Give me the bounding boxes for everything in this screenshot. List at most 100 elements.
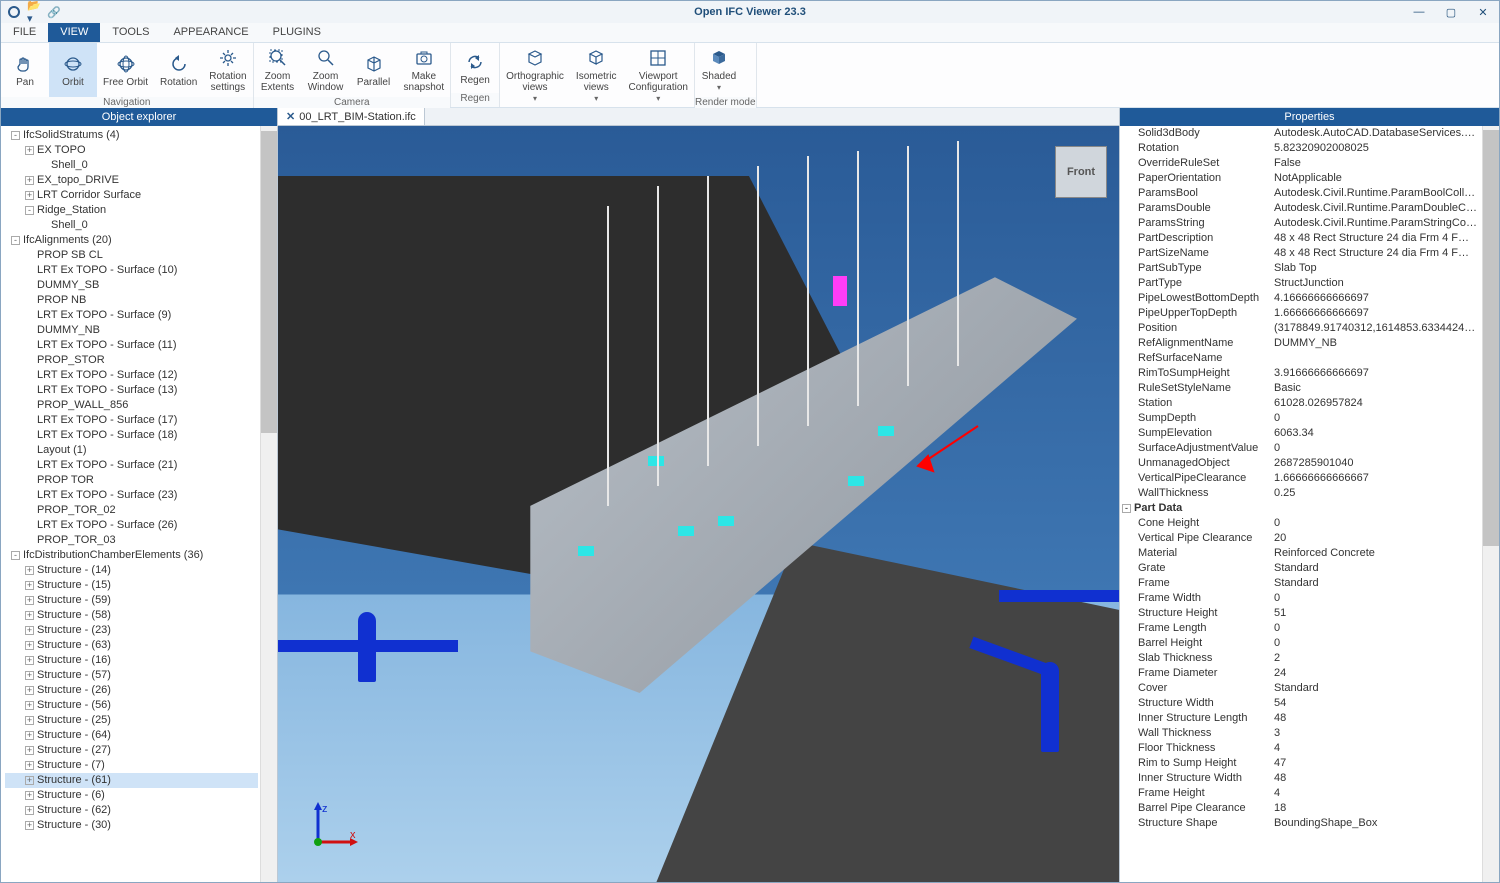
tree-item[interactable]: PROP SB CL [5,248,258,263]
property-row[interactable]: Vertical Pipe Clearance20 [1120,531,1482,546]
property-row[interactable]: Barrel Height0 [1120,636,1482,651]
tree-item[interactable]: +Structure - (6) [5,788,258,803]
tree-toggle-icon[interactable]: + [25,146,34,155]
property-row[interactable]: PipeLowestBottomDepth4.16666666666697 [1120,291,1482,306]
tree-toggle-icon[interactable]: + [25,806,34,815]
property-row[interactable]: FrameStandard [1120,576,1482,591]
3d-viewport[interactable]: Front z x [278,126,1119,882]
tree-item[interactable]: PROP_STOR [5,353,258,368]
property-row[interactable]: PartSizeName48 x 48 Rect Structure 24 di… [1120,246,1482,261]
tree-item[interactable]: +Structure - (14) [5,563,258,578]
property-row[interactable]: RuleSetStyleNameBasic [1120,381,1482,396]
tree-toggle-icon[interactable]: + [25,641,34,650]
property-row[interactable]: Slab Thickness2 [1120,651,1482,666]
tree-item[interactable]: PROP_TOR_03 [5,533,258,548]
property-row[interactable]: Structure ShapeBoundingShape_Box [1120,816,1482,831]
tree-item[interactable]: LRT Ex TOPO - Surface (9) [5,308,258,323]
tree-toggle-icon[interactable]: + [25,176,34,185]
ribbon-free-orbit[interactable]: Free Orbit [97,43,154,97]
ribbon-zoom-window[interactable]: Zoom Window [302,43,350,97]
view-cube[interactable]: Front [1055,146,1107,198]
tree-item[interactable]: +EX TOPO [5,143,258,158]
property-row[interactable]: SurfaceAdjustmentValue0 [1120,441,1482,456]
tree-item[interactable]: PROP TOR [5,473,258,488]
property-row[interactable]: CoverStandard [1120,681,1482,696]
tree-item[interactable]: LRT Ex TOPO - Surface (12) [5,368,258,383]
tab-close-icon[interactable]: ✕ [286,110,295,123]
ribbon-regen[interactable]: Regen [451,43,499,93]
property-row[interactable]: WallThickness0.25 [1120,486,1482,501]
property-row[interactable]: Frame Diameter24 [1120,666,1482,681]
property-row[interactable]: Station61028.026957824 [1120,396,1482,411]
property-row[interactable]: RimToSumpHeight3.91666666666697 [1120,366,1482,381]
tree-item[interactable]: -IfcDistributionChamberElements (36) [5,548,258,563]
property-row[interactable]: OverrideRuleSetFalse [1120,156,1482,171]
tree-toggle-icon[interactable]: + [25,731,34,740]
tree-item[interactable]: LRT Ex TOPO - Surface (17) [5,413,258,428]
tree-item[interactable]: LRT Ex TOPO - Surface (11) [5,338,258,353]
tree-item[interactable]: +EX_topo_DRIVE [5,173,258,188]
tree-item[interactable]: Layout (1) [5,443,258,458]
property-row[interactable]: -Part Data [1120,501,1482,516]
tree-item[interactable]: +Structure - (58) [5,608,258,623]
ribbon-shaded[interactable]: Shaded▾ [695,43,743,97]
property-row[interactable]: UnmanagedObject2687285901040 [1120,456,1482,471]
menu-tools[interactable]: TOOLS [100,23,161,42]
ribbon-rotation-settings[interactable]: Rotation settings [203,43,252,97]
tree-toggle-icon[interactable]: + [25,656,34,665]
property-row[interactable]: MaterialReinforced Concrete [1120,546,1482,561]
property-row[interactable]: Inner Structure Width48 [1120,771,1482,786]
tree-item[interactable]: +Structure - (7) [5,758,258,773]
tree-toggle-icon[interactable]: + [25,791,34,800]
tree-item[interactable]: +Structure - (16) [5,653,258,668]
object-tree[interactable]: -IfcSolidStratums (4)+EX TOPOShell_0+EX_… [1,126,260,882]
tree-item[interactable]: +Structure - (25) [5,713,258,728]
tree-item[interactable]: LRT Ex TOPO - Surface (21) [5,458,258,473]
tree-toggle-icon[interactable]: + [25,701,34,710]
tree-toggle-icon[interactable]: + [25,581,34,590]
property-row[interactable]: VerticalPipeClearance1.66666666666667 [1120,471,1482,486]
tree-item[interactable]: DUMMY_NB [5,323,258,338]
tree-toggle-icon[interactable]: - [11,551,20,560]
ribbon-rotation[interactable]: Rotation [154,43,203,97]
section-toggle-icon[interactable]: - [1122,504,1131,513]
tree-item[interactable]: LRT Ex TOPO - Surface (13) [5,383,258,398]
tree-item[interactable]: -IfcAlignments (20) [5,233,258,248]
menu-file[interactable]: FILE [1,23,48,42]
tree-toggle-icon[interactable]: + [25,821,34,830]
ribbon-orbit[interactable]: Orbit [49,43,97,97]
tree-toggle-icon[interactable]: + [25,566,34,575]
tree-toggle-icon[interactable]: + [25,611,34,620]
tree-item[interactable]: +Structure - (23) [5,623,258,638]
ribbon-viewport-configuration[interactable]: Viewport Configuration▾ [622,43,693,108]
tree-item[interactable]: +Structure - (30) [5,818,258,833]
tree-toggle-icon[interactable]: - [11,131,20,140]
tree-item[interactable]: +Structure - (57) [5,668,258,683]
ribbon-parallel[interactable]: Parallel [350,43,398,97]
properties-scrollbar[interactable] [1482,126,1499,882]
property-row[interactable]: Frame Length0 [1120,621,1482,636]
property-row[interactable]: Barrel Pipe Clearance18 [1120,801,1482,816]
tree-toggle-icon[interactable]: + [25,671,34,680]
tree-item[interactable]: LRT Ex TOPO - Surface (23) [5,488,258,503]
property-row[interactable]: PartSubTypeSlab Top [1120,261,1482,276]
property-row[interactable]: PipeUpperTopDepth1.66666666666697 [1120,306,1482,321]
minimize-button[interactable]: — [1403,1,1435,23]
ribbon-zoom-extents[interactable]: Zoom Extents [254,43,302,97]
tree-item[interactable]: +Structure - (59) [5,593,258,608]
property-row[interactable]: Frame Height4 [1120,786,1482,801]
property-row[interactable]: Inner Structure Length48 [1120,711,1482,726]
property-row[interactable]: RefAlignmentNameDUMMY_NB [1120,336,1482,351]
maximize-button[interactable]: ▢ [1435,1,1467,23]
ribbon-pan[interactable]: Pan [1,43,49,97]
tree-item[interactable]: +Structure - (15) [5,578,258,593]
property-row[interactable]: SumpDepth0 [1120,411,1482,426]
property-row[interactable]: Solid3dBodyAutodesk.AutoCAD.DatabaseServ… [1120,126,1482,141]
ribbon-orthographic-views[interactable]: Orthographic views▾ [500,43,570,108]
tree-toggle-icon[interactable]: - [25,206,34,215]
property-row[interactable]: Structure Width54 [1120,696,1482,711]
property-row[interactable]: Cone Height0 [1120,516,1482,531]
tree-item[interactable]: LRT Ex TOPO - Surface (18) [5,428,258,443]
tree-toggle-icon[interactable]: - [11,236,20,245]
tree-item[interactable]: +Structure - (62) [5,803,258,818]
